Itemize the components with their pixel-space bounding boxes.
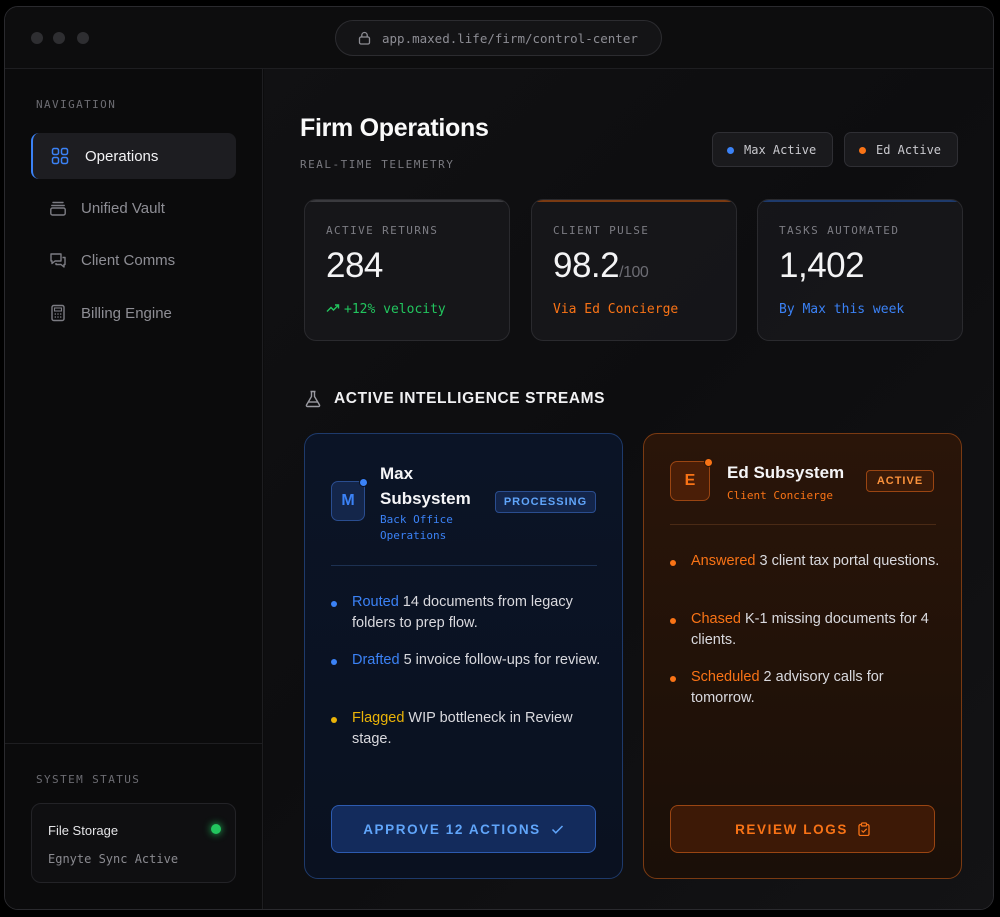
grid-icon: [51, 147, 69, 165]
ed-avatar: E: [670, 458, 713, 501]
card-divider: [331, 565, 597, 566]
sidebar-item-label: Client Comms: [81, 251, 176, 269]
nav-heading: NAVIGATION: [36, 98, 117, 111]
archive-icon: [50, 201, 66, 216]
stat-subtext: Via Ed Concierge: [553, 302, 679, 317]
card-divider: [670, 524, 936, 525]
trending-up-icon: [326, 304, 340, 312]
streams-section-title: ACTIVE INTELLIGENCE STREAMS: [334, 390, 606, 407]
page-subtitle: REAL-TIME TELEMETRY: [300, 158, 455, 171]
ed-subsystem-name: Ed Subsystem: [727, 463, 845, 482]
flask-icon: [305, 390, 321, 408]
page-title: Firm Operations: [300, 114, 489, 142]
activity-item: Flagged WIP bottleneck in Review stage.: [331, 708, 601, 750]
pill-label: Ed Active: [876, 142, 942, 157]
stat-value: 1,402: [779, 246, 865, 285]
check-icon: [551, 824, 563, 834]
ed-subsystem-card: E Ed Subsystem Client Concierge ACTIVE A…: [643, 433, 962, 879]
status-dot: [727, 147, 734, 154]
clipboard-check-icon: [858, 822, 870, 836]
status-dot: [859, 147, 866, 154]
sidebar-item-label: Billing Engine: [81, 304, 172, 322]
max-subsystem-role: Back Office Operations: [380, 513, 453, 542]
sidebar-item-unified-vault[interactable]: Unified Vault: [31, 185, 236, 231]
status-title: File Storage: [48, 823, 119, 838]
bullet-dot: [670, 676, 676, 682]
window-close-dot[interactable]: [31, 32, 43, 44]
stat-accent-line: [305, 200, 509, 202]
activity-item: Chased K-1 missing documents for 4 clien…: [670, 609, 940, 651]
app-window: app.maxed.life/firm/control-center NAVIG…: [4, 6, 994, 910]
activity-item: Drafted 5 invoice follow-ups for review.: [331, 650, 601, 671]
calculator-icon: [51, 304, 65, 322]
stat-card-tasks-automated: TASKS AUTOMATED 1,402 By Max this week: [757, 199, 963, 341]
sidebar-item-client-comms[interactable]: Client Comms: [31, 237, 236, 283]
sidebar-item-label: Unified Vault: [81, 199, 165, 217]
main-content: Firm Operations REAL-TIME TELEMETRY Max …: [264, 69, 993, 909]
stat-value: 284: [326, 246, 383, 285]
stat-card-active-returns: ACTIVE RETURNS 284 +12% velocity: [304, 199, 510, 341]
bullet-dot: [331, 717, 337, 723]
window-minimize-dot[interactable]: [53, 32, 65, 44]
max-avatar: M: [331, 478, 368, 521]
active-badge: ACTIVE: [866, 470, 934, 492]
pill-label: Max Active: [744, 142, 817, 157]
activity-item: Answered 3 client tax portal questions.: [670, 551, 940, 572]
sidebar-item-label: Operations: [85, 147, 159, 165]
url-text: app.maxed.life/firm/control-center: [382, 30, 638, 46]
review-logs-button[interactable]: REVIEW LOGS: [670, 805, 935, 853]
activity-item: Routed 14 documents from legacy folders …: [331, 592, 601, 634]
status-detail: Egnyte Sync Active: [48, 852, 179, 866]
processing-badge: PROCESSING: [495, 491, 596, 513]
max-subsystem-card: M Max Subsystem Back Office Operations P…: [304, 433, 623, 879]
ed-subsystem-role: Client Concierge: [727, 489, 833, 502]
stat-accent-line: [532, 200, 736, 202]
stat-subtext: +12% velocity: [326, 302, 446, 317]
system-status-heading: SYSTEM STATUS: [36, 773, 141, 786]
status-indicator-dot: [211, 824, 221, 834]
activity-item: Scheduled 2 advisory calls for tomorrow.: [670, 667, 940, 709]
bullet-dot: [670, 618, 676, 624]
sidebar-item-billing-engine[interactable]: Billing Engine: [31, 290, 236, 336]
browser-titlebar: app.maxed.life/firm/control-center: [5, 7, 993, 69]
stat-suffix: /100: [619, 264, 649, 281]
stat-label: ACTIVE RETURNS: [326, 224, 439, 237]
stat-label: TASKS AUTOMATED: [779, 224, 900, 237]
lock-icon: [358, 31, 371, 45]
window-maximize-dot[interactable]: [77, 32, 89, 44]
ed-active-pill[interactable]: Ed Active: [844, 132, 958, 167]
bullet-dot: [331, 601, 337, 607]
approve-actions-button[interactable]: APPROVE 12 ACTIONS: [331, 805, 596, 853]
max-subsystem-name: Max Subsystem: [380, 464, 471, 508]
file-storage-status-card[interactable]: File Storage Egnyte Sync Active: [31, 803, 236, 883]
avatar-status-dot: [704, 458, 713, 467]
sidebar-item-operations[interactable]: Operations: [31, 133, 236, 179]
stat-subtext: By Max this week: [779, 302, 905, 317]
chat-icon: [50, 253, 66, 268]
address-bar[interactable]: app.maxed.life/firm/control-center: [335, 20, 662, 56]
stat-label: CLIENT PULSE: [553, 224, 650, 237]
bullet-dot: [331, 659, 337, 665]
stat-accent-line: [758, 200, 962, 202]
sidebar-divider: [5, 743, 263, 744]
stat-card-client-pulse: CLIENT PULSE 98.2/100 Via Ed Concierge: [531, 199, 737, 341]
max-active-pill[interactable]: Max Active: [712, 132, 833, 167]
avatar-status-dot: [359, 478, 368, 487]
stat-value: 98.2/100: [553, 246, 649, 285]
sidebar: NAVIGATION Operations Unified Vault Clie: [5, 69, 263, 909]
bullet-dot: [670, 560, 676, 566]
